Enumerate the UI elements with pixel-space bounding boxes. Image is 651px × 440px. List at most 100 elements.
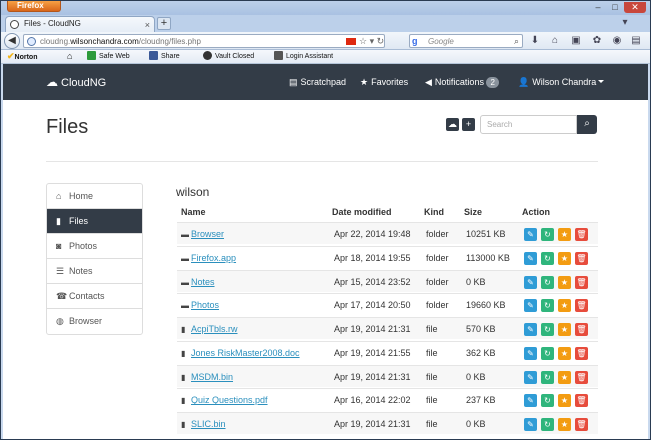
favorite-button[interactable]: ★ xyxy=(558,346,571,360)
sidebar-item-files[interactable]: ▮ Files xyxy=(47,209,142,234)
close-window-button[interactable]: ✕ xyxy=(624,2,646,13)
firefox-menu-button[interactable]: Firefox xyxy=(7,1,61,12)
bookmark-home[interactable]: ⌂ xyxy=(67,50,72,64)
nav-notifications[interactable]: ◀ Notifications 2 xyxy=(425,64,499,100)
favorite-button[interactable]: ★ xyxy=(558,228,571,241)
file-search-input[interactable]: Search xyxy=(480,115,577,134)
favorite-button[interactable]: ★ xyxy=(558,418,571,431)
nav-favorites[interactable]: ★ Favorites xyxy=(360,64,408,100)
sidebar-item-browser[interactable]: ◍ Browser xyxy=(47,309,142,334)
file-name-link[interactable]: ▮ Jones RiskMaster2008.doc xyxy=(181,342,300,365)
file-name-link[interactable]: ▬ Photos xyxy=(181,294,219,317)
delete-button[interactable]: 🗑 xyxy=(575,275,588,289)
kind: folder xyxy=(426,229,449,239)
bookmark-share[interactable]: Share xyxy=(149,50,180,63)
search-button[interactable]: ⌕ xyxy=(577,115,597,134)
maximize-button[interactable]: □ xyxy=(607,2,623,13)
refresh-button[interactable]: ↻ xyxy=(541,275,554,289)
edit-button[interactable]: ✎ xyxy=(524,370,537,384)
tab-list-icon[interactable]: ▾ xyxy=(619,17,631,29)
url-bar-icons[interactable]: ☆ ▾ ↻ xyxy=(359,36,384,47)
table-row: ▬ Photos Apr 17, 2014 20:50 folder 19660 KB ✎… xyxy=(177,293,598,315)
upload-button[interactable]: ☁ xyxy=(446,118,459,131)
bookmark-login-assistant[interactable]: Login Assistant xyxy=(274,50,333,63)
delete-button[interactable]: 🗑 xyxy=(575,251,588,265)
brand-link[interactable]: ☁ CloudNG xyxy=(46,64,106,101)
sidebar-item-notes[interactable]: ☰ Notes xyxy=(47,259,142,284)
favorite-button[interactable]: ★ xyxy=(558,251,571,265)
delete-button[interactable]: 🗑 xyxy=(575,418,588,431)
favicon-icon xyxy=(10,20,19,29)
back-button[interactable]: ◀ xyxy=(4,33,20,49)
globe-icon: ◍ xyxy=(56,316,64,326)
refresh-button[interactable]: ↻ xyxy=(541,394,554,408)
kind: folder xyxy=(426,252,449,263)
url-bar[interactable]: cloudng.wilsonchandra.com/cloudng/files.… xyxy=(23,34,385,48)
edit-button[interactable]: ✎ xyxy=(524,323,537,336)
file-name-link[interactable]: ▬ Firefox.app xyxy=(181,247,236,270)
new-tab-button[interactable]: + xyxy=(157,17,171,30)
search-icon[interactable]: ⌕ xyxy=(514,35,519,47)
file-name-link[interactable]: ▬ Browser xyxy=(181,223,224,246)
sidebar-item-photos[interactable]: ◙ Photos xyxy=(47,234,142,259)
file-name-link[interactable]: ▮ AcpiTbls.rw xyxy=(181,318,238,341)
date-modified: Apr 19, 2014 21:31 xyxy=(334,419,411,429)
refresh-button[interactable]: ↻ xyxy=(541,299,554,313)
delete-button[interactable]: 🗑 xyxy=(575,228,588,241)
delete-button[interactable]: 🗑 xyxy=(575,370,588,384)
bookmarks-icon[interactable]: ▣ xyxy=(570,35,582,47)
refresh-button[interactable]: ↻ xyxy=(541,323,554,336)
table-row: ▬ Firefox.app Apr 18, 2014 19:55 folder 1130… xyxy=(177,245,598,270)
refresh-button[interactable]: ↻ xyxy=(541,228,554,241)
date-modified: Apr 15, 2014 23:52 xyxy=(334,276,411,287)
favorite-button[interactable]: ★ xyxy=(558,299,571,313)
navigation-toolbar: ◀ cloudng.wilsonchandra.com/cloudng/file… xyxy=(1,32,650,50)
edit-button[interactable]: ✎ xyxy=(524,418,537,431)
edit-button[interactable]: ✎ xyxy=(524,299,537,313)
refresh-button[interactable]: ↻ xyxy=(541,251,554,265)
file-name-link[interactable]: ▬ Notes xyxy=(181,271,215,294)
favorite-button[interactable]: ★ xyxy=(558,323,571,336)
favorite-button[interactable]: ★ xyxy=(558,394,571,408)
norton-icon[interactable]: ◉ xyxy=(611,35,623,47)
bookmark-norton[interactable]: ✔Norton xyxy=(7,50,38,64)
kind: file xyxy=(426,371,438,382)
refresh-button[interactable]: ↻ xyxy=(541,346,554,360)
nav-scratchpad[interactable]: ▤ Scratchpad xyxy=(289,64,346,100)
addon-icon[interactable]: ✿ xyxy=(591,35,603,47)
bookmark-vault[interactable]: Vault Closed xyxy=(203,50,254,63)
edit-button[interactable]: ✎ xyxy=(524,275,537,289)
tab-files[interactable]: Files - CloudNG × xyxy=(5,16,155,32)
delete-button[interactable]: 🗑 xyxy=(575,394,588,408)
nav-user-menu[interactable]: 👤 Wilson Chandra xyxy=(518,64,605,100)
file-name-link[interactable]: ▮ MSDM.bin xyxy=(181,366,233,389)
size: 237 KB xyxy=(466,395,496,406)
sidebar-item-contacts[interactable]: ☎ Contacts xyxy=(47,284,142,309)
delete-button[interactable]: 🗑 xyxy=(575,323,588,336)
edit-button[interactable]: ✎ xyxy=(524,228,537,241)
edit-button[interactable]: ✎ xyxy=(524,346,537,360)
edit-button[interactable]: ✎ xyxy=(524,251,537,265)
sidebar-item-home[interactable]: ⌂ Home xyxy=(47,184,142,209)
minimize-button[interactable]: – xyxy=(590,2,606,13)
home-icon[interactable]: ⌂ xyxy=(549,35,561,47)
favorite-button[interactable]: ★ xyxy=(558,370,571,384)
delete-button[interactable]: 🗑 xyxy=(575,299,588,313)
favorite-button[interactable]: ★ xyxy=(558,275,571,289)
search-bar[interactable]: g Google ⌕ xyxy=(409,34,523,48)
edit-button[interactable]: ✎ xyxy=(524,394,537,408)
download-icon[interactable]: ⬇ xyxy=(529,35,541,47)
add-button[interactable]: + xyxy=(462,118,475,131)
divider xyxy=(46,161,598,162)
refresh-button[interactable]: ↻ xyxy=(541,418,554,431)
tab-close-icon[interactable]: × xyxy=(145,18,150,32)
bookmark-safe-web[interactable]: Safe Web xyxy=(87,50,130,63)
site-identity-icon[interactable] xyxy=(27,37,36,46)
refresh-button[interactable]: ↻ xyxy=(541,370,554,384)
folder-icon: ▬ xyxy=(181,301,189,311)
delete-button[interactable]: 🗑 xyxy=(575,346,588,360)
google-icon[interactable]: g xyxy=(412,36,422,46)
menu-icon[interactable]: ▤ xyxy=(630,35,642,47)
file-name-link[interactable]: ▮ SLIC.bin xyxy=(181,413,226,436)
file-name-link[interactable]: ▮ Quiz Questions.pdf xyxy=(181,389,268,412)
